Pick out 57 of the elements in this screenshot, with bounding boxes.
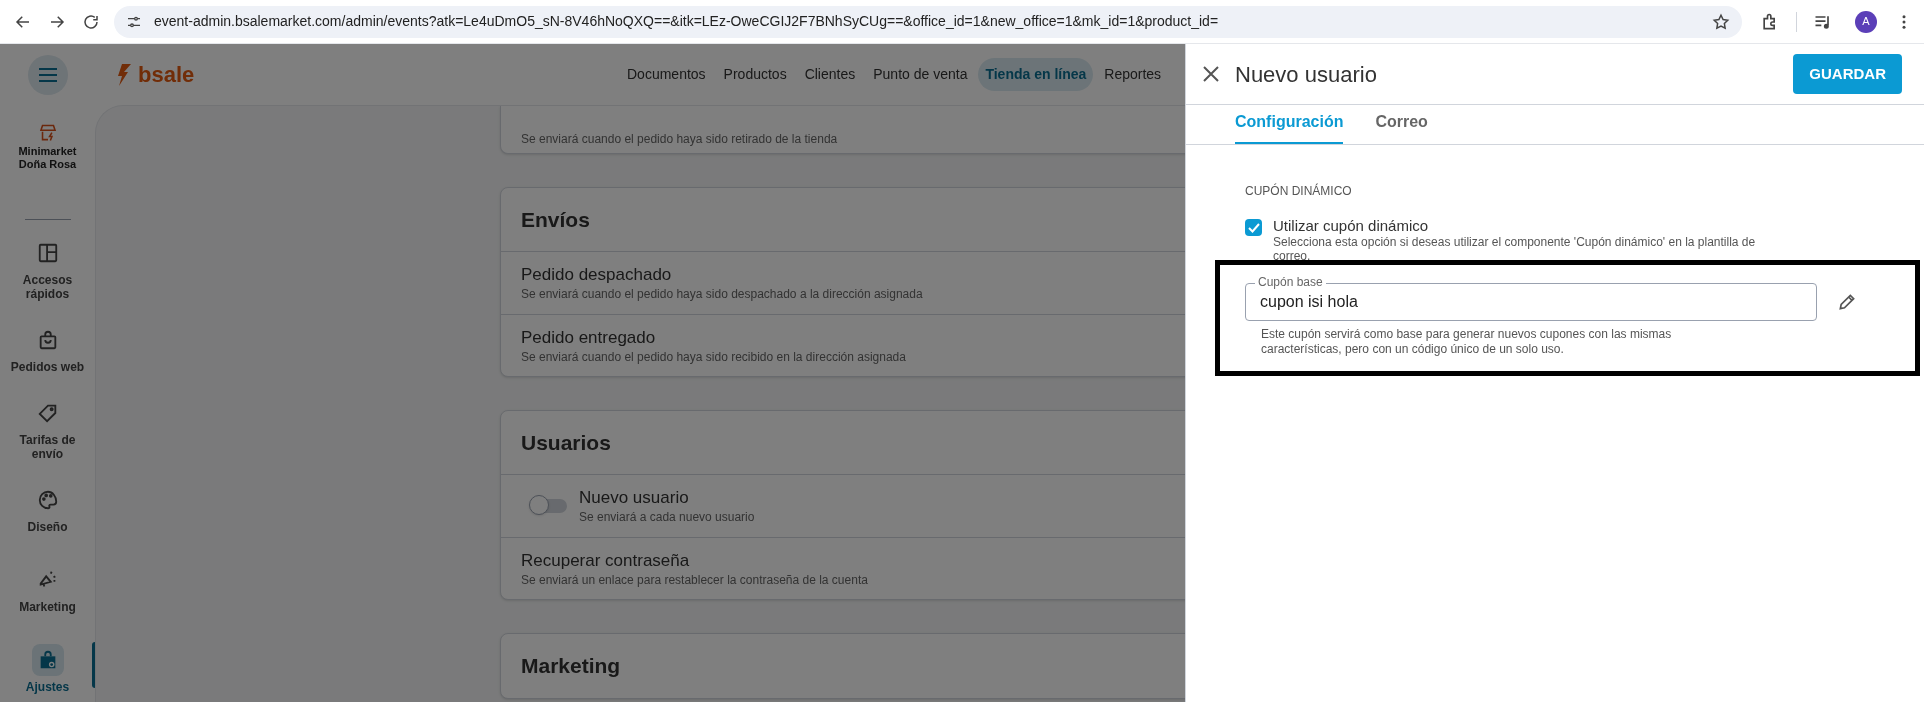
nav-link[interactable]: Punto de venta — [866, 58, 975, 91]
panel-title: Nuevo usuario — [1235, 60, 1378, 89]
nav-link[interactable]: Reportes — [1097, 58, 1169, 91]
palette-icon — [36, 489, 59, 511]
field-value: cupon isi hola — [1260, 292, 1358, 312]
notification-description: Se enviará a cada nuevo usuario — [579, 509, 755, 525]
sidebar-item[interactable]: Tarifas de envío — [0, 396, 95, 462]
close-icon[interactable] — [1202, 65, 1220, 83]
notification-description: Se enviará un enlace para restablecer la contraseña de la cuenta — [521, 571, 868, 588]
sidebar-label: Ajustes — [24, 680, 71, 694]
section-title: Envíos — [521, 206, 590, 233]
sidebar-label: Pedidos web — [9, 360, 86, 374]
notification-title: Recuperar contraseña — [521, 549, 691, 572]
url-text: event-admin.bsalemarket.com/admin/events?atk=Le4uDmO5_sN-8V46hNoQXQ==&itk=LEz-OweCGIJ2F7BNhSyCUg==&office_id=1&new_office=1&mk_id=1&product_id= — [154, 12, 1220, 31]
field-label: Cupón base — [1255, 275, 1326, 289]
sidebar-label: Tarifas de envío — [18, 433, 77, 461]
sidebar-label: Marketing — [18, 600, 77, 614]
notification-description: Se enviará cuando el pedido haya sido recibido en la dirección asignada — [521, 348, 906, 365]
nav-link[interactable]: Tienda en línea — [978, 58, 1094, 91]
logo-icon — [118, 63, 132, 86]
profile-avatar[interactable]: A — [1855, 10, 1877, 33]
checkbox-description: Selecciona esta opción si deseas utilizar el componente 'Cupón dinámico' en la plantilla de correo. — [1273, 235, 1757, 263]
nav-link[interactable]: Documentos — [620, 58, 713, 91]
sidebar-label: Diseño — [26, 520, 69, 534]
section-heading: CUPÓN DINÁMICO — [1245, 182, 1353, 200]
sidebar-item[interactable]: Marketing — [0, 556, 95, 622]
notification-title: Pedido entregado — [521, 326, 657, 349]
tab[interactable]: Configuración — [1235, 110, 1344, 144]
tag-icon — [36, 402, 59, 424]
save-button[interactable]: GUARDAR — [1793, 54, 1902, 94]
nav-link[interactable]: Productos — [716, 58, 794, 91]
layout-icon — [36, 242, 59, 264]
sidebar-item[interactable]: Diseño — [0, 476, 95, 542]
nav-link[interactable]: Clientes — [797, 58, 863, 91]
store-name: Minimarket Doña Rosa — [17, 145, 78, 172]
sidebar-item[interactable]: Accesos rápidos — [0, 236, 95, 302]
notification-description: Se enviará cuando el pedido haya sido despachado a la dirección asignada — [521, 286, 923, 302]
help-text: Este cupón servirá como base para generar nuevos cupones con las mismas características, pero con un código único de un solo uso. — [1261, 327, 1673, 357]
reload-icon[interactable] — [82, 12, 100, 31]
notification-title: Nuevo usuario — [579, 487, 690, 509]
section-title: Usuarios — [521, 429, 611, 456]
star-icon[interactable] — [1712, 12, 1730, 31]
address-bar[interactable]: event-admin.bsalemarket.com/admin/events?atk=Le4uDmO5_sN-8V46hNoQXQ==&itk=LEz-OweCGIJ2F7BNhSyCUg==&office_id=1&new_office=1&mk_id=1&product_id= — [114, 5, 1742, 38]
pencil-icon[interactable] — [1837, 292, 1857, 312]
logo-text: bsale — [138, 63, 195, 86]
menu-icon — [37, 66, 58, 83]
checkbox-label: Utilizar cupón dinámico — [1273, 217, 1430, 235]
section-title: Marketing — [521, 653, 621, 680]
active-indicator — [92, 642, 95, 688]
notification-description: Se enviará cuando el pedido haya sido retirado de la tienda — [521, 131, 838, 147]
sidebar-item[interactable]: Ajustes — [0, 636, 95, 702]
notification-title: Pedido despachado — [521, 264, 673, 286]
check-icon — [1247, 221, 1260, 234]
sidebar-label: Accesos rápidos — [21, 273, 74, 301]
tab[interactable]: Correo — [1375, 110, 1428, 144]
sidebar-item[interactable]: Pedidos web — [0, 316, 95, 382]
checkbox[interactable] — [1245, 219, 1262, 236]
